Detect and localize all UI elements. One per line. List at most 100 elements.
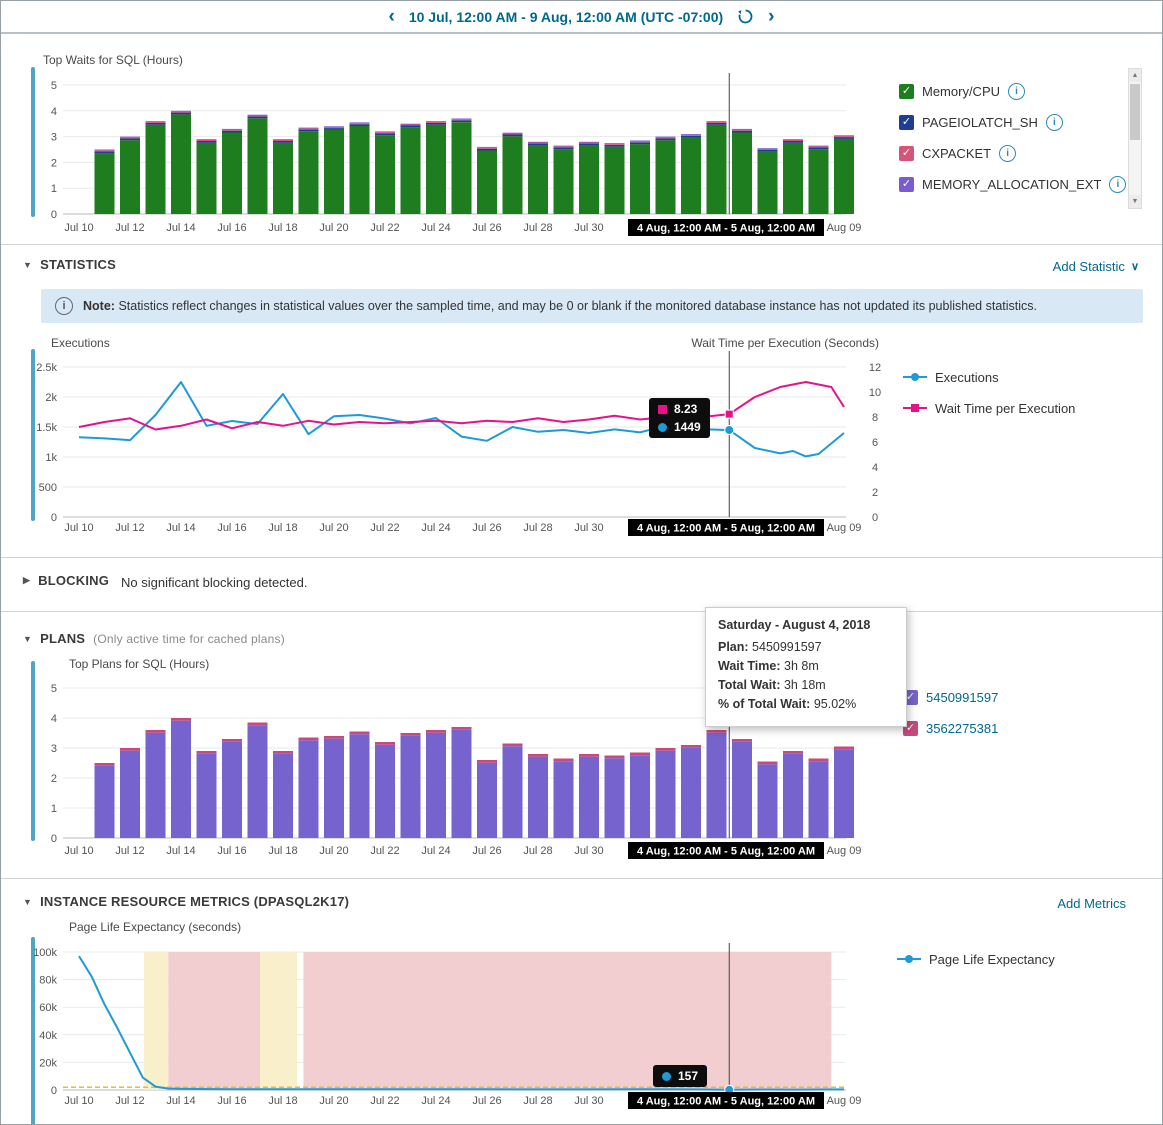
svg-text:Jul 20: Jul 20 — [319, 522, 348, 534]
next-range-button[interactable]: › — [768, 7, 774, 26]
info-icon[interactable]: i — [999, 144, 1017, 162]
x-range-label: 4 Aug, 12:00 AM - 5 Aug, 12:00 AM — [637, 846, 815, 858]
svg-text:Jul 10: Jul 10 — [64, 522, 93, 534]
series-marker-icon — [658, 404, 667, 414]
section-header-blocking[interactable]: ▶ BLOCKING — [23, 573, 109, 588]
collapse-caret-icon[interactable]: ▼ — [23, 634, 32, 644]
checkbox-icon[interactable]: ✓ — [899, 114, 914, 130]
tooltip-row-value: 95.02% — [813, 697, 857, 711]
info-icon[interactable]: i — [1045, 113, 1063, 131]
svg-text:Jul 24: Jul 24 — [421, 522, 450, 534]
info-icon[interactable]: i — [1008, 82, 1026, 100]
svg-text:5: 5 — [51, 683, 57, 695]
divider — [1, 611, 1162, 612]
svg-text:Jul 14: Jul 14 — [166, 522, 195, 534]
svg-text:12: 12 — [869, 362, 881, 374]
waits-legend: ✓ Memory/CPU i ✓ PAGEIOLATCH_SH i ✓ CXPA… — [899, 81, 1127, 205]
svg-text:2: 2 — [51, 773, 57, 785]
svg-text:Jul 10: Jul 10 — [64, 1095, 93, 1107]
scrollbar-thumb[interactable] — [1130, 84, 1140, 140]
svg-text:Jul 14: Jul 14 — [166, 222, 195, 234]
check-icon: ✓ — [905, 690, 916, 703]
line-marker-icon — [897, 954, 921, 964]
tooltip-executions-value: 1449 — [674, 420, 701, 434]
checkbox-icon[interactable]: ✓ — [899, 145, 914, 161]
svg-text:Jul 20: Jul 20 — [319, 1095, 348, 1107]
tooltip-row-value: 3h 8m — [784, 659, 819, 673]
blocking-message: No significant blocking detected. — [121, 575, 308, 590]
svg-text:Jul 14: Jul 14 — [166, 1095, 195, 1107]
svg-text:Jul 30: Jul 30 — [574, 1095, 603, 1107]
svg-text:Aug 09: Aug 09 — [827, 522, 862, 534]
svg-text:Jul 16: Jul 16 — [217, 222, 246, 234]
divider — [1, 557, 1162, 558]
svg-text:Jul 28: Jul 28 — [523, 1095, 552, 1107]
svg-text:1.5k: 1.5k — [36, 422, 57, 434]
legend-item-plan-2[interactable]: ✓ 3562275381 — [903, 718, 998, 738]
legend-item-pageiolatch[interactable]: ✓ PAGEIOLATCH_SH i — [899, 112, 1126, 132]
scroll-down-icon[interactable]: ▼ — [1129, 195, 1141, 208]
expand-caret-icon[interactable]: ▶ — [23, 575, 30, 586]
legend-label: CXPACKET — [922, 145, 992, 161]
svg-text:40k: 40k — [39, 1030, 57, 1042]
metrics-chart-title: Page Life Expectancy (seconds) — [69, 920, 242, 934]
section-header-plans[interactable]: ▼ PLANS (Only active time for cached pla… — [23, 631, 285, 646]
add-metrics-button[interactable]: Add Metrics — [1057, 896, 1126, 911]
svg-text:4: 4 — [51, 713, 57, 725]
svg-text:Aug 09: Aug 09 — [827, 1095, 862, 1107]
info-icon[interactable]: i — [1109, 175, 1127, 193]
svg-text:Jul 28: Jul 28 — [523, 222, 552, 234]
line-marker-icon — [903, 372, 927, 382]
legend-item-wait-time[interactable]: Wait Time per Execution — [903, 398, 1075, 418]
add-statistic-label: Add Statistic — [1052, 259, 1125, 274]
section-header-metrics[interactable]: ▼ INSTANCE RESOURCE METRICS (DPASQL2K17) — [23, 894, 349, 909]
svg-text:5: 5 — [51, 80, 57, 92]
svg-text:0: 0 — [51, 1085, 57, 1097]
statistics-chart[interactable]: 0 500 1k 1.5k 2k 2.5k 0 2 4 6 8 10 12 Jul 10 Jul 12 Jul… — [29, 351, 894, 541]
scroll-up-icon[interactable]: ▲ — [1129, 69, 1141, 82]
svg-text:1: 1 — [51, 183, 57, 195]
svg-text:Jul 26: Jul 26 — [472, 1095, 501, 1107]
legend-item-cxpacket[interactable]: ✓ CXPACKET i — [899, 143, 1126, 163]
svg-text:Jul 10: Jul 10 — [64, 845, 93, 857]
svg-text:Jul 24: Jul 24 — [421, 1095, 450, 1107]
tooltip-value-row: 157 — [662, 1069, 698, 1083]
section-title: STATISTICS — [40, 257, 117, 272]
prev-range-button[interactable]: ‹ — [389, 7, 395, 26]
date-range-nav: ‹ 10 Jul, 12:00 AM - 9 Aug, 12:00 AM (UT… — [1, 1, 1162, 34]
collapse-caret-icon[interactable]: ▼ — [23, 260, 32, 270]
section-header-statistics[interactable]: ▼ STATISTICS — [23, 257, 116, 272]
svg-text:Jul 12: Jul 12 — [115, 522, 144, 534]
svg-text:Jul 18: Jul 18 — [268, 522, 297, 534]
svg-text:Jul 20: Jul 20 — [319, 222, 348, 234]
legend-item-memory-cpu[interactable]: ✓ Memory/CPU i — [899, 81, 1126, 101]
collapse-caret-icon[interactable]: ▼ — [23, 897, 32, 907]
legend-label: Wait Time per Execution — [935, 400, 1076, 416]
page-life-chart[interactable]: 0 20k 40k 60k 80k 100k Jul 10 Jul 12 Jul 14 Jul 1… — [29, 939, 879, 1114]
plans-chart-title: Top Plans for SQL (Hours) — [69, 657, 210, 671]
note-text: Note: Statistics reflect changes in stat… — [83, 299, 1037, 313]
svg-text:80k: 80k — [39, 975, 57, 987]
check-icon: ✓ — [905, 721, 916, 734]
svg-text:Jul 18: Jul 18 — [268, 845, 297, 857]
waits-chart[interactable]: 0 1 2 3 4 5 Jul 10 Jul 12 Jul 14 Jul 16 Jul 18 Jul … — [29, 73, 879, 239]
divider — [1, 878, 1162, 879]
refresh-icon[interactable] — [737, 8, 754, 25]
legend-item-memory-allocation[interactable]: ✓ MEMORY_ALLOCATION_EXT i — [899, 174, 1127, 194]
svg-text:Aug 09: Aug 09 — [827, 222, 862, 234]
dpa-dashboard: ‹ 10 Jul, 12:00 AM - 9 Aug, 12:00 AM (UT… — [0, 0, 1163, 1125]
add-statistic-button[interactable]: Add Statistic ∨ — [1053, 259, 1139, 274]
svg-text:Jul 14: Jul 14 — [166, 845, 195, 857]
checkbox-icon[interactable]: ✓ — [899, 83, 914, 99]
legend-label: Memory/CPU — [922, 83, 1001, 99]
legend-item-plan-1[interactable]: ✓ 5450991597 — [903, 687, 998, 707]
tooltip-row-label: Plan: — [718, 640, 749, 654]
plan-link[interactable]: 3562275381 — [926, 721, 998, 736]
svg-text:500: 500 — [39, 482, 57, 494]
legend-scrollbar[interactable]: ▲ ▼ — [1128, 68, 1142, 209]
legend-item-executions[interactable]: Executions — [903, 367, 1075, 387]
svg-text:Jul 16: Jul 16 — [217, 522, 246, 534]
legend-item-page-life[interactable]: Page Life Expectancy — [897, 949, 1055, 969]
checkbox-icon[interactable]: ✓ — [899, 176, 914, 192]
plan-link[interactable]: 5450991597 — [926, 690, 998, 705]
